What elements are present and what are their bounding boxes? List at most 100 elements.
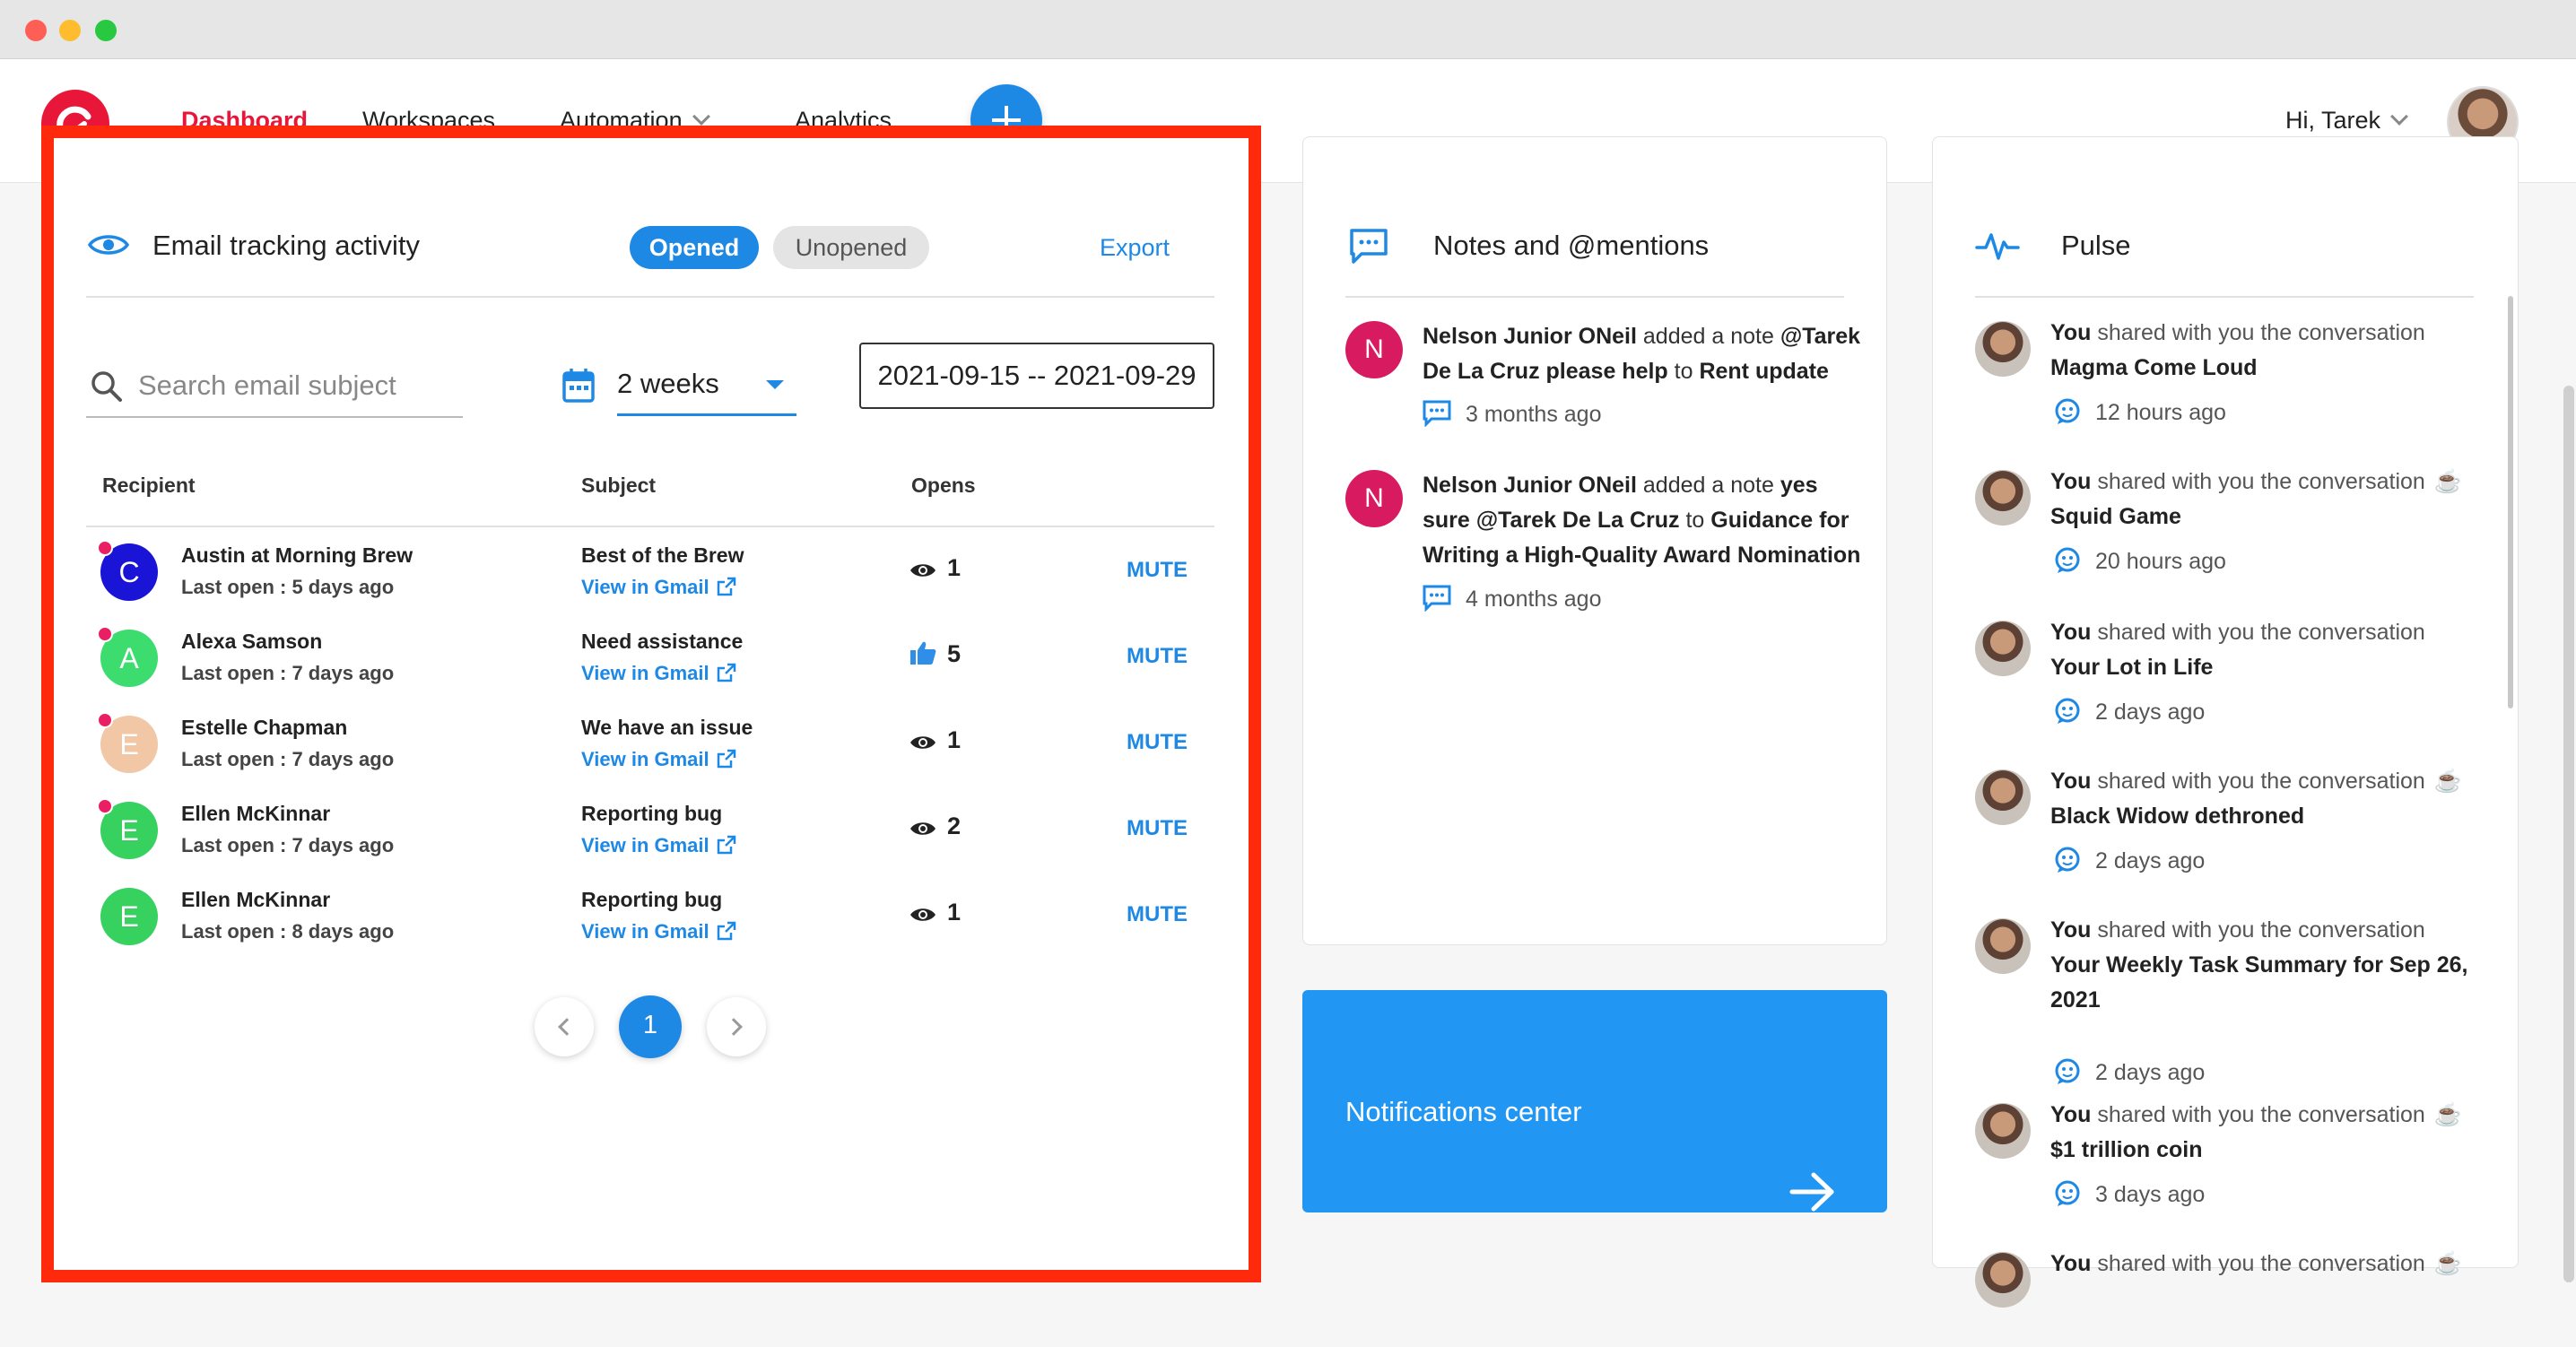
- divider: [1975, 296, 2474, 298]
- thumbs-up-icon: [910, 641, 936, 665]
- last-open: Last open : 7 days ago: [181, 834, 395, 856]
- mute-button[interactable]: MUTE: [1127, 558, 1188, 583]
- pulse-time: 12 hours ago: [2054, 398, 2226, 426]
- mute-button[interactable]: MUTE: [1127, 730, 1188, 755]
- search-field[interactable]: [86, 359, 463, 418]
- next-page-button[interactable]: [707, 997, 766, 1056]
- last-open: Last open : 7 days ago: [181, 662, 395, 684]
- table-row[interactable]: E Ellen McKinnar Last open : 8 days ago Rep…: [88, 877, 1214, 963]
- opens-count: 1: [909, 726, 961, 754]
- user-menu[interactable]: Hi, Tarek: [2285, 104, 2408, 136]
- pulse-text: You shared with you the conversation ☕: [2050, 1251, 2462, 1276]
- notifications-title: Notifications center: [1345, 1096, 1582, 1127]
- pulse-time: 2 days ago: [2054, 698, 2205, 726]
- view-in-gmail-link[interactable]: View in Gmail: [581, 662, 736, 685]
- table-row[interactable]: C Austin at Morning Brew Last open : 5 day…: [88, 533, 1214, 619]
- recipient-name: Austin at Morning Brew: [181, 543, 413, 567]
- note-time: 4 months ago: [1423, 585, 1602, 613]
- avatar: [1975, 621, 2031, 676]
- table-row[interactable]: E Ellen McKinnar Last open : 7 days ago Rep…: [88, 791, 1214, 877]
- export-link[interactable]: Export: [1100, 231, 1170, 264]
- eye-icon: [910, 822, 936, 835]
- avatar: N: [1345, 321, 1403, 378]
- note-action: added a note: [1636, 324, 1780, 349]
- external-link-icon: [717, 749, 735, 769]
- range-select[interactable]: 2 weeks: [617, 364, 796, 416]
- chat-bubble-icon: [2055, 398, 2080, 424]
- avatar: [1975, 470, 2031, 526]
- close-window-button[interactable]: [25, 20, 47, 41]
- column-header-opens[interactable]: Opens: [911, 474, 976, 498]
- external-link-icon: [717, 835, 735, 855]
- prev-page-button[interactable]: [535, 997, 594, 1056]
- eye-icon: [910, 736, 936, 749]
- comment-icon: [1350, 229, 1388, 264]
- note-author: Nelson Junior ONeil: [1423, 324, 1637, 349]
- pulse-text: You shared with you the conversation ☕ Bla…: [2050, 769, 2462, 829]
- pulse-time: 20 hours ago: [2054, 547, 2226, 575]
- date-range-field[interactable]: 2021-09-15 -- 2021-09-29: [859, 343, 1214, 409]
- avatar: [1975, 321, 2031, 377]
- zoom-window-button[interactable]: [95, 20, 117, 41]
- table-row[interactable]: E Estelle Chapman Last open : 7 days ago We…: [88, 705, 1214, 791]
- chat-bubble-icon: [2055, 698, 2080, 724]
- last-open: Last open : 7 days ago: [181, 748, 395, 770]
- divider: [86, 526, 1214, 527]
- unread-dot: [97, 712, 113, 728]
- tab-opened[interactable]: Opened: [630, 226, 759, 269]
- pulse-text: You shared with you the conversation ☕ Squ…: [2050, 469, 2462, 529]
- note-text: Nelson Junior ONeil added a note yes sur…: [1423, 468, 1866, 573]
- external-link-icon: [717, 577, 735, 596]
- eye-icon: [910, 564, 936, 577]
- opens-count: 5: [909, 640, 961, 668]
- chat-bubble-icon: [2055, 847, 2080, 873]
- chevron-right-icon: [725, 1018, 743, 1036]
- divider: [1345, 296, 1844, 298]
- chat-bubble-icon: [2055, 1180, 2080, 1206]
- email-tracking-title: Email tracking activity: [152, 230, 421, 261]
- view-in-gmail-link[interactable]: View in Gmail: [581, 920, 736, 943]
- pulse-time: 2 days ago: [2054, 1058, 2205, 1086]
- calendar-icon: [562, 369, 595, 403]
- mute-button[interactable]: MUTE: [1127, 902, 1188, 927]
- note-target: Rent update: [1699, 359, 1829, 384]
- caret-down-icon: [766, 380, 784, 389]
- external-link-icon: [717, 921, 735, 941]
- pulse-scrollbar[interactable]: [2508, 296, 2513, 708]
- note-text: Nelson Junior ONeil added a note @Tarek …: [1423, 319, 1866, 389]
- chevron-down-icon: [692, 108, 710, 126]
- column-header-subject[interactable]: Subject: [581, 474, 656, 498]
- avatar: N: [1345, 470, 1403, 527]
- note-connector: to: [1667, 359, 1700, 384]
- avatar: [1975, 769, 2031, 825]
- column-header-recipient[interactable]: Recipient: [102, 474, 196, 498]
- view-in-gmail-link[interactable]: View in Gmail: [581, 834, 736, 857]
- view-in-gmail-link[interactable]: View in Gmail: [581, 748, 736, 771]
- pulse-text: You shared with you the conversation Magm…: [2050, 320, 2425, 380]
- recipient-name: Estelle Chapman: [181, 716, 348, 739]
- window-titlebar: [0, 0, 2576, 59]
- tab-unopened[interactable]: Unopened: [773, 226, 929, 269]
- range-select-value: 2 weeks: [617, 368, 719, 399]
- chat-bubble-icon: [2055, 547, 2080, 573]
- mute-button[interactable]: MUTE: [1127, 644, 1188, 669]
- last-open: Last open : 8 days ago: [181, 920, 395, 943]
- minimize-window-button[interactable]: [59, 20, 81, 41]
- note-action: added a note: [1636, 473, 1780, 498]
- recipient-name: Alexa Samson: [181, 630, 323, 653]
- opens-count: 1: [909, 554, 961, 582]
- email-subject: Reporting bug: [581, 888, 723, 911]
- avatar: [1975, 1252, 2031, 1308]
- unread-dot: [97, 626, 113, 642]
- eye-icon: [88, 235, 129, 255]
- view-in-gmail-link[interactable]: View in Gmail: [581, 576, 736, 599]
- page-scrollbar[interactable]: [2563, 386, 2574, 1282]
- recipient-name: Ellen McKinnar: [181, 802, 331, 825]
- mute-button[interactable]: MUTE: [1127, 816, 1188, 841]
- chat-bubble-icon: [2055, 1058, 2080, 1084]
- search-input[interactable]: [138, 366, 452, 405]
- arrow-right-icon[interactable]: [1788, 1171, 1837, 1212]
- unread-dot: [97, 798, 113, 814]
- page-1-button[interactable]: 1: [619, 995, 682, 1058]
- table-row[interactable]: A Alexa Samson Last open : 7 days ago Need …: [88, 619, 1214, 705]
